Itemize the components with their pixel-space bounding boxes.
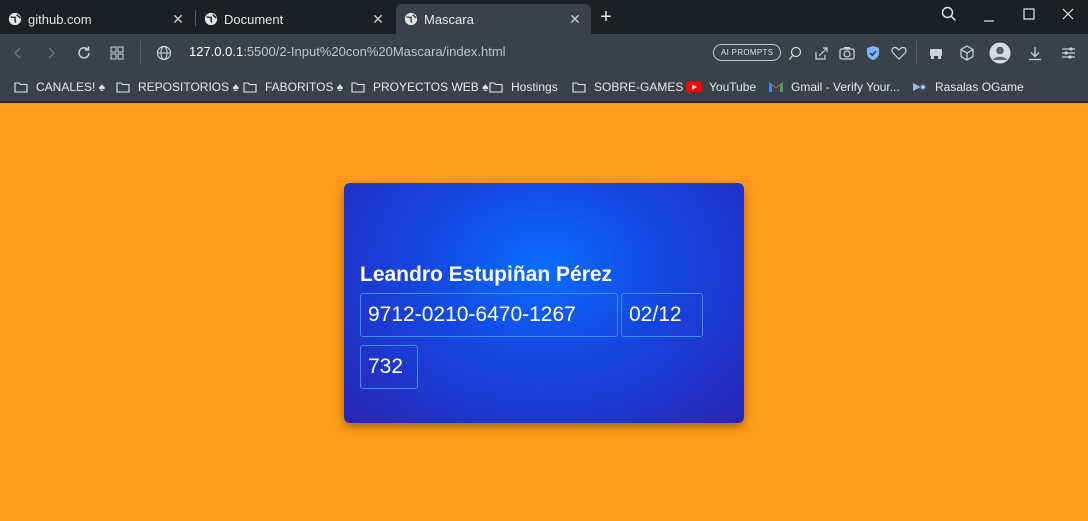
page-viewport: Leandro Estupiñan Pérez 9712-0210-6470-1…: [0, 103, 1088, 521]
tab-mascara[interactable]: Mascara ✕: [396, 4, 591, 34]
url-path: :5500/2-Input%20con%20Mascara/index.html: [243, 44, 506, 59]
forward-icon[interactable]: [39, 41, 63, 65]
bookmark-faboritos[interactable]: FABORITOS ♠: [242, 77, 343, 97]
site-info-globe-icon[interactable]: [152, 41, 176, 65]
folder-icon: [350, 80, 366, 94]
tab-title: Mascara: [424, 11, 474, 27]
download-icon[interactable]: [1023, 41, 1047, 65]
tab-document[interactable]: Document ✕: [196, 4, 394, 34]
zoom-search-icon[interactable]: [783, 41, 807, 65]
heart-icon[interactable]: [887, 41, 911, 65]
bookmark-sobre-games[interactable]: SOBRE-GAMES: [571, 77, 683, 97]
ogame-icon: [912, 80, 928, 94]
bookmark-label: Gmail - Verify Your...: [791, 80, 900, 94]
reload-icon[interactable]: [72, 41, 96, 65]
maximize-icon[interactable]: [1009, 0, 1049, 28]
bookmarks-bar: CANALES! ♠ REPOSITORIOS ♠ FABORITOS ♠ PR…: [0, 72, 1088, 102]
url-host: 127.0.0.1: [189, 44, 244, 59]
globe-icon: [404, 12, 418, 26]
toolbar-divider: [140, 41, 141, 65]
bookmark-label: Hostings: [511, 80, 558, 94]
search-tabs-icon[interactable]: [929, 0, 969, 28]
ai-prompts-button[interactable]: AI PROMPTS: [713, 44, 782, 61]
folder-icon: [13, 80, 29, 94]
close-window-icon[interactable]: [1048, 0, 1088, 28]
bookmark-canales[interactable]: CANALES! ♠: [13, 77, 105, 97]
close-tab-icon[interactable]: ✕: [567, 11, 583, 27]
speed-dial-icon[interactable]: [105, 41, 129, 65]
bookmark-repositorios[interactable]: REPOSITORIOS ♠: [115, 77, 239, 97]
cube-extension-icon[interactable]: [955, 41, 979, 65]
navigation-bar: 127.0.0.1:5500/2-Input%20con%20Mascara/i…: [0, 34, 1088, 72]
tab-strip: github.com ✕ Document ✕ Mascara ✕ +: [0, 0, 1088, 34]
minimize-icon[interactable]: [969, 3, 1009, 31]
bookmark-gmail[interactable]: Gmail - Verify Your...: [768, 77, 900, 97]
card-number-input[interactable]: 9712-0210-6470-1267: [360, 293, 618, 337]
close-tab-icon[interactable]: ✕: [170, 11, 186, 27]
address-bar[interactable]: 127.0.0.1:5500/2-Input%20con%20Mascara/i…: [189, 44, 506, 59]
bookmark-label: CANALES! ♠: [36, 80, 106, 94]
toolbar-divider: [916, 41, 917, 65]
bookmark-rasalas-ogame[interactable]: Rasalas OGame: [912, 77, 1024, 97]
new-tab-button[interactable]: +: [596, 7, 616, 27]
globe-icon: [8, 12, 22, 26]
bookmark-label: Rasalas OGame: [935, 80, 1024, 94]
easy-setup-icon[interactable]: [1056, 41, 1080, 65]
gmail-icon: [768, 80, 784, 94]
bookmark-label: YouTube: [709, 80, 757, 94]
tab-title: github.com: [28, 11, 92, 27]
tab-title: Document: [224, 11, 284, 27]
camera-icon[interactable]: [835, 41, 859, 65]
share-edit-icon[interactable]: [809, 41, 833, 65]
back-icon[interactable]: [6, 41, 30, 65]
shield-icon[interactable]: [861, 41, 885, 65]
credit-card: Leandro Estupiñan Pérez 9712-0210-6470-1…: [344, 183, 744, 423]
cvc-input[interactable]: 732: [360, 345, 418, 389]
bookmark-hostings[interactable]: Hostings: [488, 77, 558, 97]
bookmark-label: SOBRE-GAMES: [594, 80, 684, 94]
folder-icon: [242, 80, 258, 94]
globe-icon: [204, 12, 218, 26]
bookmark-youtube[interactable]: YouTube: [686, 77, 756, 97]
tab-github[interactable]: github.com ✕: [0, 4, 194, 34]
avatar[interactable]: [988, 41, 1012, 65]
expiry-date-input[interactable]: 02/12: [621, 293, 703, 337]
folder-icon: [571, 80, 587, 94]
youtube-icon: [686, 80, 702, 94]
bookmark-proyectos-web[interactable]: PROYECTOS WEB ♠: [350, 77, 489, 97]
folder-icon: [488, 80, 504, 94]
gaming-extension-icon[interactable]: [924, 41, 948, 65]
bookmark-label: REPOSITORIOS ♠: [138, 80, 239, 94]
card-holder-name: Leandro Estupiñan Pérez: [360, 263, 613, 286]
bookmark-label: PROYECTOS WEB ♠: [373, 80, 489, 94]
bookmark-label: FABORITOS ♠: [265, 80, 344, 94]
close-tab-icon[interactable]: ✕: [370, 11, 386, 27]
folder-icon: [115, 80, 131, 94]
